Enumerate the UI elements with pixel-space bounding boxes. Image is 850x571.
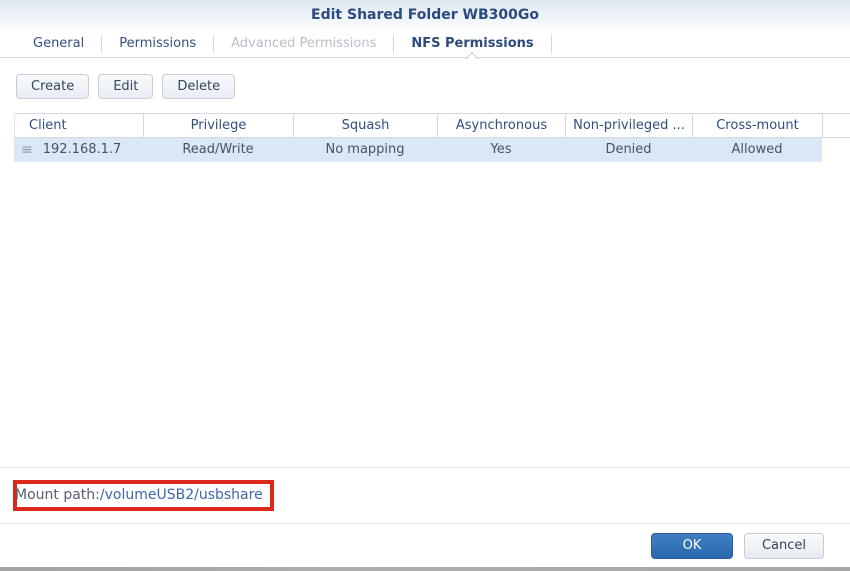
dialog-title: Edit Shared Folder WB300Go [0, 0, 850, 30]
mount-path-label: Mount path: [15, 487, 100, 503]
nfs-rules-table: Client Privilege Squash Asynchronous Non… [14, 113, 850, 162]
column-header-non-privileged[interactable]: Non-privileged ... [566, 114, 693, 137]
ok-button[interactable]: OK [651, 533, 733, 559]
cell-squash: No mapping [293, 138, 437, 162]
column-header-client[interactable]: Client [15, 114, 144, 137]
tab-nfs-permissions[interactable]: NFS Permissions [394, 30, 550, 57]
mount-path-value: /volumeUSB2/usbshare [100, 487, 263, 503]
cell-client-value: 192.168.1.7 [43, 138, 122, 162]
footer-info-area: Mount path:/volumeUSB2/usbshare [0, 467, 850, 523]
edit-button[interactable]: Edit [98, 74, 153, 99]
tab-general[interactable]: General [16, 30, 101, 57]
tab-nfs-permissions-label: NFS Permissions [411, 36, 533, 51]
table-header-row: Client Privilege Squash Asynchronous Non… [14, 113, 850, 138]
footer-button-bar: OK Cancel [0, 523, 850, 567]
cell-client: ≡ 192.168.1.7 [14, 138, 143, 162]
column-header-gutter [823, 114, 850, 137]
nfs-toolbar: Create Edit Delete [0, 58, 850, 99]
table-row[interactable]: ≡ 192.168.1.7 Read/Write No mapping Yes … [14, 138, 822, 162]
column-header-squash[interactable]: Squash [294, 114, 438, 137]
annotation-highlight-box: Mount path:/volumeUSB2/usbshare [13, 480, 274, 511]
tab-permissions[interactable]: Permissions [102, 30, 213, 57]
cell-privilege: Read/Write [143, 138, 293, 162]
delete-button[interactable]: Delete [162, 74, 235, 99]
column-header-cross-mount[interactable]: Cross-mount [693, 114, 823, 137]
column-header-asynchronous[interactable]: Asynchronous [438, 114, 566, 137]
cell-asynchronous: Yes [437, 138, 565, 162]
drag-handle-icon[interactable]: ≡ [14, 138, 43, 162]
cancel-button[interactable]: Cancel [744, 533, 824, 559]
column-header-privilege[interactable]: Privilege [144, 114, 294, 137]
cell-non-privileged: Denied [565, 138, 692, 162]
table-empty-area [0, 162, 850, 467]
create-button[interactable]: Create [16, 74, 89, 99]
tab-advanced-permissions: Advanced Permissions [214, 30, 393, 57]
cell-cross-mount: Allowed [692, 138, 822, 162]
tab-bar: General Permissions Advanced Permissions… [0, 30, 850, 58]
tab-divider [551, 35, 552, 53]
window-bottom-edge [0, 567, 850, 571]
